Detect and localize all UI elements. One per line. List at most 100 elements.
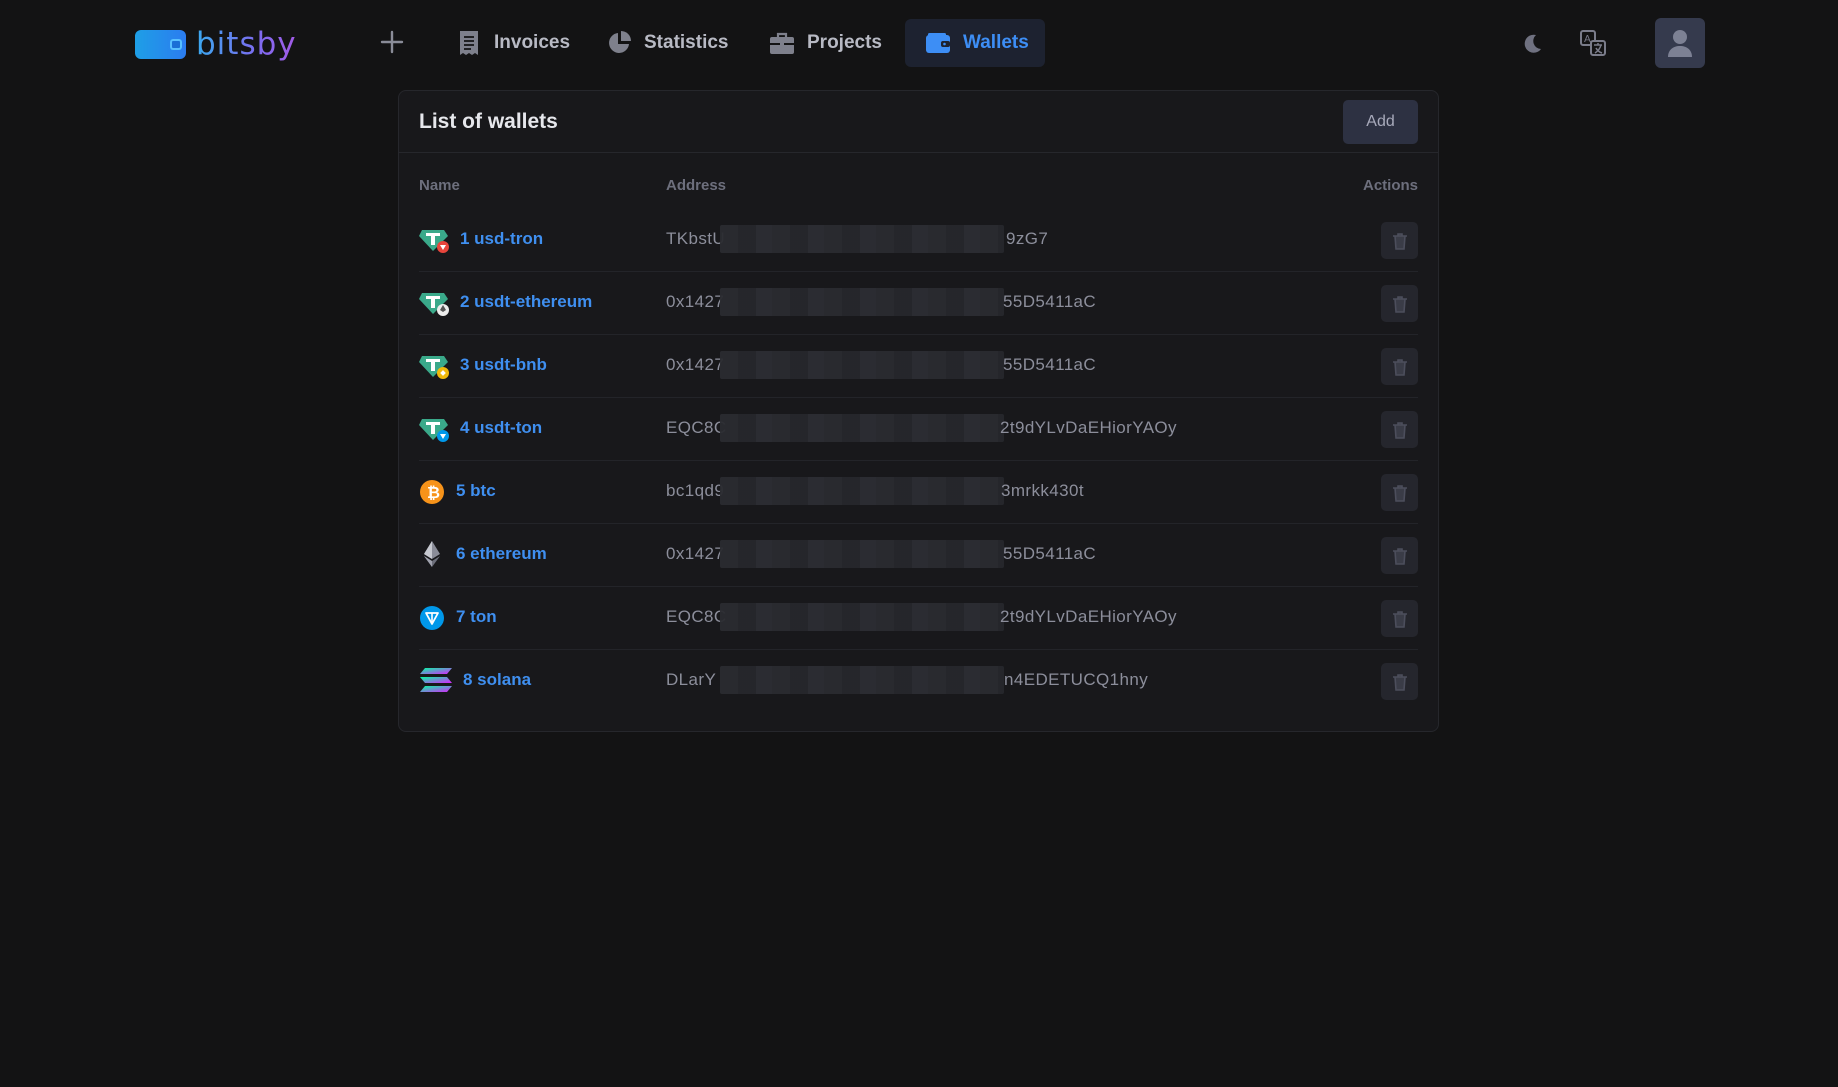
briefcase-icon — [769, 30, 795, 56]
column-header-name: Name — [419, 177, 460, 194]
wallet-list: 1 usd-tron TKbstU 9zG7 2 usdt-ethereum 0… — [419, 209, 1418, 713]
wallet-logo-icon — [135, 29, 186, 59]
trash-icon — [1392, 673, 1407, 691]
wallet-address: 0x1427 55D5411aC — [666, 351, 1206, 379]
wallet-address: 0x1427 55D5411aC — [666, 288, 1206, 316]
svg-text:₿: ₿ — [427, 483, 440, 502]
address-end: 55D5411aC — [1003, 544, 1097, 563]
brand-logo[interactable]: bitsby — [135, 26, 297, 62]
address-start: 0x1427 — [666, 544, 725, 563]
delete-wallet-button[interactable] — [1381, 222, 1418, 259]
theme-toggle-button[interactable] — [1518, 28, 1548, 58]
wallet-icon — [925, 30, 951, 56]
nav-statistics[interactable]: Statistics — [586, 19, 748, 67]
wallet-name-link[interactable]: 3 usdt-bnb — [460, 355, 547, 375]
language-button[interactable]: A — [1578, 28, 1608, 58]
nav-projects[interactable]: Projects — [749, 19, 902, 67]
column-header-address: Address — [666, 177, 727, 194]
address-redacted — [720, 477, 1004, 505]
address-end: 3mrkk430t — [1001, 481, 1084, 500]
top-navbar: bitsby Invoices Statistics Projects Wall… — [0, 0, 1838, 86]
address-start: TKbstU — [666, 229, 726, 248]
table-header: Name Address Actions — [419, 177, 1418, 197]
nav-statistics-label: Statistics — [644, 32, 729, 53]
bitcoin-icon: ₿ — [419, 477, 449, 507]
wallet-name-link[interactable]: 5 btc — [456, 481, 496, 501]
address-redacted — [720, 540, 1004, 568]
address-redacted — [720, 666, 1004, 694]
address-redacted — [720, 351, 1004, 379]
translate-icon: A — [1580, 30, 1606, 56]
trash-icon — [1392, 358, 1407, 376]
wallet-name-link[interactable]: 6 ethereum — [456, 544, 547, 564]
delete-wallet-button[interactable] — [1381, 663, 1418, 700]
address-end: n4EDETUCQ1hny — [1004, 670, 1149, 689]
plus-icon — [380, 30, 404, 54]
wallet-address: TKbstU 9zG7 — [666, 225, 1206, 253]
brand-name: bitsby — [196, 26, 297, 62]
wallet-address: EQC8C 2t9dYLvDaEHiorYAOy — [666, 414, 1206, 442]
address-start: 0x1427 — [666, 292, 725, 311]
wallets-card: List of wallets Add Name Address Actions… — [398, 90, 1439, 732]
address-start: EQC8C — [666, 418, 727, 437]
wallet-name-link[interactable]: 8 solana — [463, 670, 531, 690]
address-start: 0x1427 — [666, 355, 725, 374]
card-header: List of wallets Add — [399, 91, 1438, 153]
nav-wallets-label: Wallets — [963, 32, 1029, 53]
nav-wallets[interactable]: Wallets — [905, 19, 1045, 67]
trash-icon — [1392, 547, 1407, 565]
table-row: 7 ton EQC8C 2t9dYLvDaEHiorYAOy — [419, 587, 1418, 650]
user-icon — [1668, 30, 1692, 57]
ton-icon — [419, 603, 449, 633]
wallet-name-link[interactable]: 4 usdt-ton — [460, 418, 542, 438]
nav-projects-label: Projects — [807, 32, 882, 53]
wallet-name-link[interactable]: 1 usd-tron — [460, 229, 543, 249]
delete-wallet-button[interactable] — [1381, 348, 1418, 385]
address-end: 9zG7 — [1006, 229, 1049, 248]
create-plus-button[interactable] — [378, 28, 406, 56]
wallet-address: DLarY n4EDETUCQ1hny — [666, 666, 1206, 694]
wallet-address: EQC8C 2t9dYLvDaEHiorYAOy — [666, 603, 1206, 631]
receipt-icon — [456, 30, 482, 56]
delete-wallet-button[interactable] — [1381, 537, 1418, 574]
address-start: bc1qd9 — [666, 481, 725, 500]
table-row: 3 usdt-bnb 0x1427 55D5411aC — [419, 335, 1418, 398]
address-redacted — [720, 603, 1004, 631]
delete-wallet-button[interactable] — [1381, 600, 1418, 637]
tether-bnb-icon — [419, 351, 449, 381]
address-end: 2t9dYLvDaEHiorYAOy — [1000, 418, 1177, 437]
nav-invoices[interactable]: Invoices — [436, 19, 590, 67]
address-end: 2t9dYLvDaEHiorYAOy — [1000, 607, 1177, 626]
table-row: 2 usdt-ethereum 0x1427 55D5411aC — [419, 272, 1418, 335]
table-row: 4 usdt-ton EQC8C 2t9dYLvDaEHiorYAOy — [419, 398, 1418, 461]
address-start: DLarY — [666, 670, 717, 689]
address-redacted — [720, 225, 1004, 253]
address-redacted — [720, 288, 1004, 316]
table-row: ₿ 5 btc bc1qd9 3mrkk430t — [419, 461, 1418, 524]
delete-wallet-button[interactable] — [1381, 285, 1418, 322]
trash-icon — [1392, 295, 1407, 313]
column-header-actions: Actions — [1362, 177, 1418, 194]
pie-chart-icon — [606, 30, 632, 56]
table-row: 1 usd-tron TKbstU 9zG7 — [419, 209, 1418, 272]
tether-ton-icon — [419, 414, 449, 444]
wallet-name-link[interactable]: 7 ton — [456, 607, 497, 627]
delete-wallet-button[interactable] — [1381, 411, 1418, 448]
address-start: EQC8C — [666, 607, 727, 626]
address-end: 55D5411aC — [1003, 292, 1097, 311]
wallet-name-link[interactable]: 2 usdt-ethereum — [460, 292, 592, 312]
add-wallet-button[interactable]: Add — [1343, 100, 1418, 144]
wallet-address: bc1qd9 3mrkk430t — [666, 477, 1206, 505]
svg-text:A: A — [1584, 34, 1591, 45]
user-avatar-button[interactable] — [1655, 18, 1705, 68]
trash-icon — [1392, 610, 1407, 628]
address-end: 55D5411aC — [1003, 355, 1097, 374]
trash-icon — [1392, 421, 1407, 439]
trash-icon — [1392, 484, 1407, 502]
ethereum-icon — [419, 540, 449, 570]
moon-icon — [1524, 34, 1541, 53]
delete-wallet-button[interactable] — [1381, 474, 1418, 511]
page-title: List of wallets — [419, 110, 558, 133]
tether-ethereum-icon — [419, 288, 449, 318]
address-redacted — [720, 414, 1004, 442]
